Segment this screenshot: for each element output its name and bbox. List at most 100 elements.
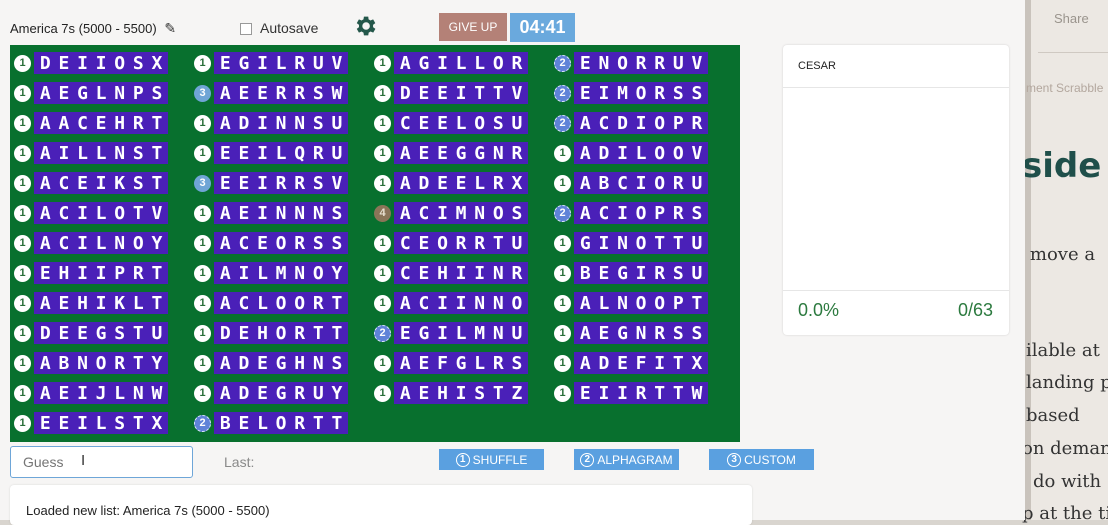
letter-tile: E [238,202,250,224]
letter-tiles: AEGNRSS [574,322,709,344]
autosave-checkbox[interactable] [240,23,252,36]
answer-count-badge: 1 [14,294,31,312]
word-question[interactable]: 1AEGNRSSAEGNRSS [554,322,709,344]
solved-count: 0/63 [957,300,993,320]
word-question[interactable]: 1BEGIRSUBEGIRSU [554,262,709,284]
letter-tile: M [474,322,486,344]
guess-input[interactable] [10,446,193,478]
word-question[interactable]: 1AEINNNSAEINNNS [194,202,349,224]
answer-count-badge: 1 [14,234,31,252]
letter-tiles: EIIRTTW [574,382,709,404]
letter-tile: A [58,112,70,134]
list-title[interactable]: America 7s (5000 - 5500) ✎ [10,20,176,37]
word-question[interactable]: 1AEGLNPSAEGLNPS [14,82,169,104]
gear-icon[interactable] [352,13,378,39]
word-question[interactable]: 1AEEGGNRAEEGGNR [374,142,529,164]
answer-count-badge: 1 [14,384,31,402]
letter-tile: G [418,322,430,344]
word-question[interactable]: 1GINOTTUGINOTTU [554,232,709,254]
word-question[interactable]: 1ADEGHNSADEGHNS [194,352,349,374]
word-question[interactable]: 1DEIIOSXDEIIOSX [14,52,169,74]
word-question[interactable]: 2BELORTTBELORTT [194,412,349,434]
letter-tile: S [132,142,144,164]
word-question[interactable]: 2ACIOPRSACIOPRS [554,202,709,224]
letter-tile: C [58,232,70,254]
word-question[interactable]: 1DEEGSTUDEEGSTU [14,322,169,344]
word-question[interactable]: 1AEIJLNWAEIJLNW [14,382,169,404]
word-question[interactable]: 1ABNORTYABNORTY [14,352,169,374]
word-question[interactable]: 1ADILOOVADILOOV [554,142,709,164]
letter-tile: R [691,112,703,134]
letter-tiles: DEIIOSX [34,52,169,74]
word-question[interactable]: 1EEILQRUEEILQRU [194,142,349,164]
letter-tile: A [399,52,411,74]
word-question[interactable]: 1EIIRTTWEIIRTTW [554,382,709,404]
letter-tile: A [39,352,51,374]
letter-tiles: ALNOOPT [574,292,709,314]
word-question[interactable]: 1ACILOTVACILOTV [14,202,169,224]
letter-tile: S [492,112,504,134]
letter-tile: L [95,142,107,164]
word-question[interactable]: 2EGILMNUEGILMNU [374,322,529,344]
letter-tile: E [598,322,610,344]
word-question[interactable]: 1ADEELRXADEELRX [374,172,529,194]
word-question[interactable]: 1EEILSTXEEILSTX [14,412,169,434]
word-question[interactable]: 1AEHIKLTAEHIKLT [14,292,169,314]
letter-tiles: ACEORSS [214,232,349,254]
word-question[interactable]: 4ACIMNOSACIMNOS [374,202,529,224]
word-question[interactable]: 1ADEGRUYADEGRUY [194,382,349,404]
letter-tile: R [132,262,144,284]
letter-tile: L [114,382,126,404]
word-question[interactable]: 2EIMORSSEIMORSS [554,82,709,104]
word-question[interactable]: 2ACDIOPRACDIOPR [554,112,709,134]
word-question[interactable]: 1ABCIORUABCIORU [554,172,709,194]
give-up-button[interactable]: GIVE UP [439,13,507,41]
letter-tile: J [95,382,107,404]
autosave-toggle[interactable]: Autosave [240,20,318,36]
letter-tile: A [219,352,231,374]
word-question[interactable]: 1AEHISTZAEHISTZ [374,382,529,404]
letter-tiles: EIMORSS [574,82,709,104]
word-question[interactable]: 1EHIIPRTEHIIPRT [14,262,169,284]
letter-tile: L [455,322,467,344]
word-question[interactable]: 1ACLOORTACLOORT [194,292,349,314]
word-question[interactable]: 1CEELOSUCEELOSU [374,112,529,134]
word-question[interactable]: 1AEFGLRSAEFGLRS [374,352,529,374]
word-question[interactable]: 1ACILNOYACILNOY [14,232,169,254]
alphagram-button[interactable]: 2 ALPHAGRAM [574,449,679,470]
letter-tile: E [58,292,70,314]
word-question[interactable]: 3AEERRSWAEERRSW [194,82,349,104]
letter-tile: C [598,112,610,134]
letter-tiles: AGILLOR [394,52,529,74]
letter-tile: N [294,202,306,224]
letter-tiles: AILLNST [34,142,169,164]
share-link[interactable]: Share [1054,11,1089,26]
pencil-icon[interactable]: ✎ [164,20,176,37]
word-question[interactable]: 1CEORRTUCEORRTU [374,232,529,254]
letter-tiles: ACIOPRS [574,202,709,224]
word-question[interactable]: 1AACEHRTAACEHRT [14,112,169,134]
word-question[interactable]: 1CEHIINRCEHIINR [374,262,529,284]
word-question[interactable]: 1AILLNSTAILLNST [14,142,169,164]
shuffle-button[interactable]: 1 SHUFFLE [439,449,544,470]
word-question[interactable]: 1EGILRUVEGILRUV [194,52,349,74]
letter-tile: E [219,142,231,164]
word-question[interactable]: 1AGILLORAGILLOR [374,52,529,74]
word-question[interactable]: 1DEHORTTDEHORTT [194,322,349,344]
word-question[interactable]: 1DEEITTVDEEITTV [374,82,529,104]
custom-button[interactable]: 3 CUSTOM [709,449,814,470]
word-question[interactable]: 1ACEIKSTACEIKST [14,172,169,194]
letter-tile: O [635,292,647,314]
letter-tile: C [238,292,250,314]
letter-tile: P [672,292,684,314]
word-question[interactable]: 3EEIRRSVEEIRRSV [194,172,349,194]
word-question[interactable]: 2ENORRUVENORRUV [554,52,709,74]
word-question[interactable]: 1ACEORSSACEORSS [194,232,349,254]
letter-tile: C [418,202,430,224]
word-question[interactable]: 1ADINNSUADINNSU [194,112,349,134]
word-question[interactable]: 1ADEFITXADEFITX [554,352,709,374]
word-question[interactable]: 1AILMNOYAILMNOY [194,262,349,284]
word-question[interactable]: 1ACIINNOACIINNO [374,292,529,314]
answer-count-badge: 1 [194,264,211,282]
word-question[interactable]: 1ALNOOPTALNOOPT [554,292,709,314]
